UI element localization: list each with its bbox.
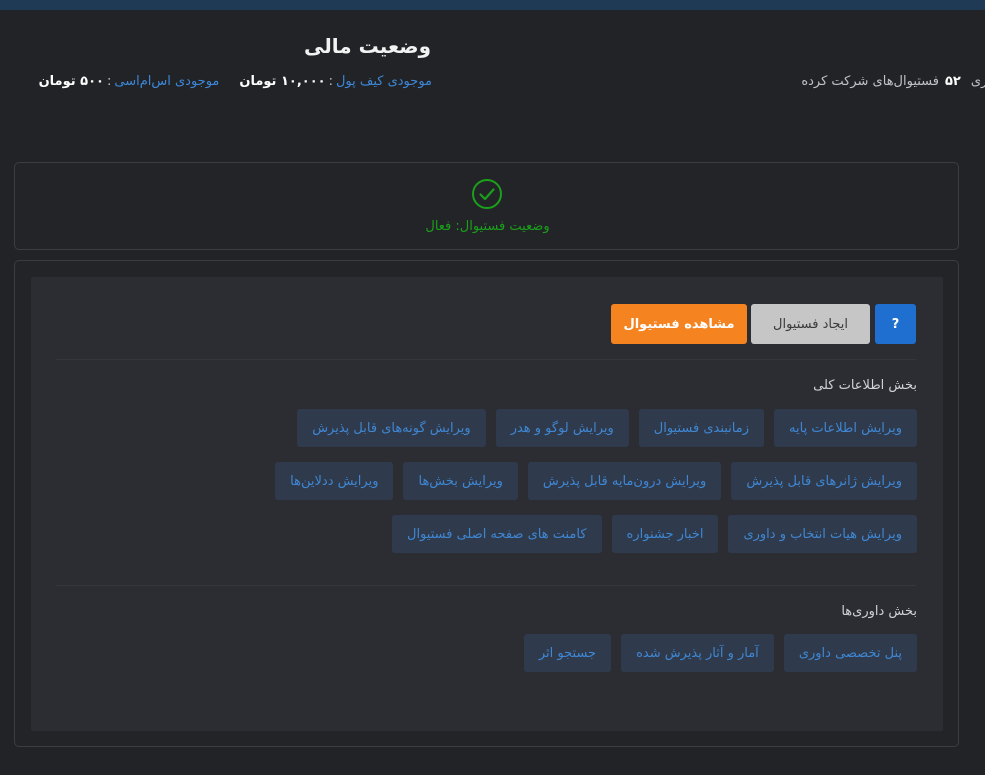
festival-management-card: ? ایجاد فستیوال مشاهده فستیوال بخش اطلاع… bbox=[14, 260, 959, 747]
sms-separator: : bbox=[106, 73, 112, 89]
general-row-1: ویرایش اطلاعات پایه زمانبندی فستیوال ویر… bbox=[297, 409, 917, 447]
general-row-2: ویرایش ژانرهای قابل پذیرش ویرایش درون‌ما… bbox=[275, 462, 917, 500]
page-title: وضعیت مالی bbox=[304, 34, 431, 58]
general-row-3: ویرایش هیات انتخاب و داوری اخبار جشنواره… bbox=[392, 515, 917, 553]
festival-schedule-button[interactable]: زمانبندی فستیوال bbox=[638, 409, 765, 447]
edit-accepted-types-button[interactable]: ویرایش گونه‌های قابل پذیرش bbox=[297, 409, 486, 447]
festivals-count: ۵۲ bbox=[944, 73, 961, 89]
festivals-label: فستیوال‌های شرکت کرده bbox=[801, 73, 939, 89]
wallet-separator: : bbox=[328, 73, 333, 89]
edit-accepted-genres-button[interactable]: ویرایش ژانرهای قابل پذیرش bbox=[731, 462, 917, 500]
view-festival-button[interactable]: مشاهده فستیوال bbox=[611, 304, 747, 344]
homepage-comments-button[interactable]: کامنت های صفحه اصلی فستیوال bbox=[392, 515, 602, 553]
edit-accepted-themes-button[interactable]: ویرایش درون‌مایه قابل پذیرش bbox=[527, 462, 722, 500]
edit-deadlines-button[interactable]: ویرایش ددلاین‌ها bbox=[275, 462, 394, 500]
edit-logo-header-button[interactable]: ویرایش لوگو و هدر bbox=[495, 409, 629, 447]
edit-basic-info-button[interactable]: ویرایش اطلاعات پایه bbox=[774, 409, 917, 447]
festival-panel: ? ایجاد فستیوال مشاهده فستیوال بخش اطلاع… bbox=[31, 277, 943, 731]
top-bar bbox=[0, 0, 985, 10]
divider bbox=[56, 359, 916, 360]
sms-value: ۵۰۰ تومان bbox=[38, 73, 104, 89]
accepted-works-stats-button[interactable]: آمار و آثار پذیرش شده bbox=[621, 634, 774, 672]
sms-label: موجودی اس‌ام‌اسی bbox=[114, 73, 220, 89]
festival-news-button[interactable]: اخبار جشنواره bbox=[611, 515, 719, 553]
search-work-button[interactable]: جستجو اثر bbox=[523, 634, 612, 672]
check-circle-icon bbox=[472, 179, 502, 209]
help-button[interactable]: ? bbox=[875, 304, 916, 344]
judging-section-title: بخش داوری‌ها bbox=[841, 604, 917, 619]
festival-status-text: وضعیت فستیوال: فعال bbox=[425, 219, 550, 234]
edit-sections-button[interactable]: ویرایش بخش‌ها bbox=[403, 462, 518, 500]
wallet-value: ۱۰,۰۰۰ تومان bbox=[239, 73, 326, 89]
jury-panel-button[interactable]: پنل تخصصی داوری bbox=[783, 634, 917, 672]
balance-line: موجودی کیف پول : ۱۰,۰۰۰ تومان موجودی اس‌… bbox=[28, 71, 432, 91]
create-festival-button[interactable]: ایجاد فستیوال bbox=[751, 304, 870, 344]
general-section-title: بخش اطلاعات کلی bbox=[813, 378, 917, 393]
wallet-label: موجودی کیف پول bbox=[335, 73, 432, 89]
judging-row-1: پنل تخصصی داوری آمار و آثار پذیرش شده جس… bbox=[523, 634, 917, 672]
festival-status-card: وضعیت فستیوال: فعال bbox=[14, 162, 959, 250]
divider bbox=[56, 585, 916, 586]
festivals-count-line: هنری ۵۲ فستیوال‌های شرکت کرده bbox=[765, 71, 985, 91]
festivals-prefix: هنری bbox=[970, 73, 985, 89]
edit-jury-button[interactable]: ویرایش هیات انتخاب و داوری bbox=[728, 515, 917, 553]
